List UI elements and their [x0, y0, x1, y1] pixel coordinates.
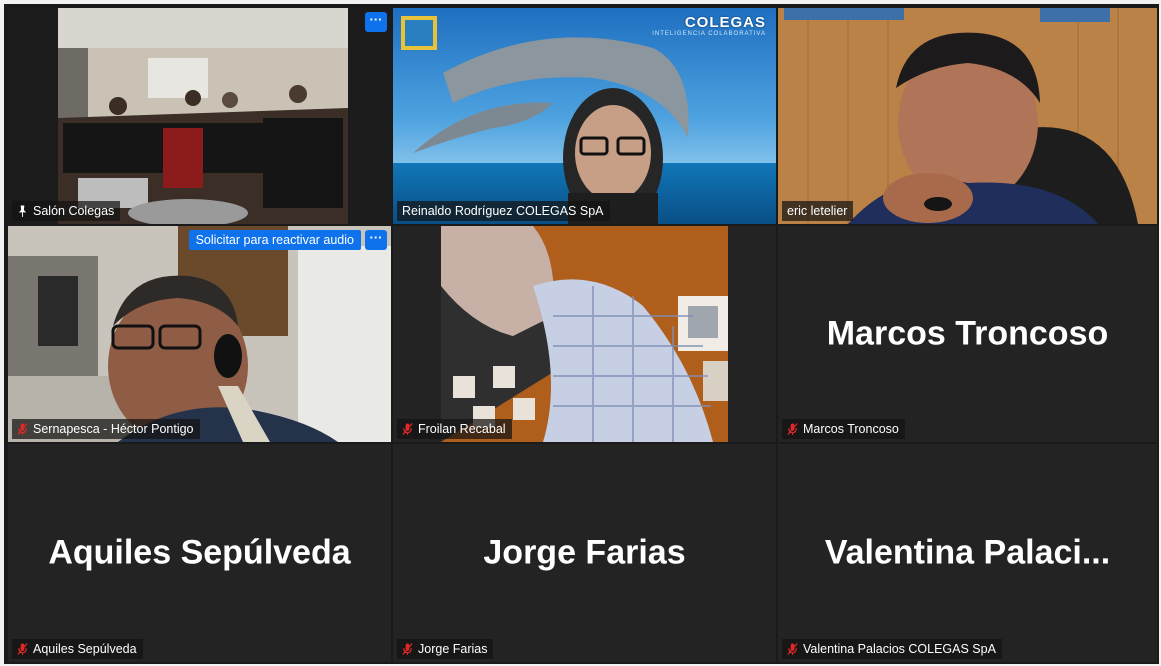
- video-tile-salon-colegas[interactable]: ··· Salón Colegas: [8, 8, 391, 224]
- mic-muted-icon: [17, 423, 28, 435]
- more-options-button[interactable]: ···: [365, 12, 387, 32]
- participant-label: Reinaldo Rodríguez COLEGAS SpA: [397, 201, 610, 221]
- mic-muted-icon: [787, 643, 798, 655]
- participant-name: Marcos Troncoso: [803, 422, 899, 436]
- mic-muted-icon: [402, 423, 413, 435]
- participant-label: eric letelier: [782, 201, 854, 221]
- mic-muted-icon: [17, 643, 28, 655]
- mic-muted-icon: [402, 643, 413, 655]
- video-tile-sernapesca-hector-pontigo[interactable]: Solicitar para reactivar audio ··· Serna…: [8, 226, 391, 442]
- participant-label: Valentina Palacios COLEGAS SpA: [782, 639, 1002, 659]
- participant-display-name: Valentina Palaci...: [824, 533, 1111, 572]
- participant-label: Sernapesca - Héctor Pontigo: [12, 419, 200, 439]
- participant-name: Sernapesca - Héctor Pontigo: [33, 422, 194, 436]
- participant-display-name: Aquiles Sepúlveda: [48, 533, 351, 572]
- participant-label: Froilan Recabal: [397, 419, 512, 439]
- participant-name: Jorge Farias: [418, 642, 488, 656]
- video-feed-eric: [778, 8, 1157, 224]
- mic-muted-icon: [787, 423, 798, 435]
- video-feed-virtual-background-dolphins: [393, 8, 776, 224]
- participant-name: Salón Colegas: [33, 204, 115, 218]
- video-tile-reinaldo-rodriguez[interactable]: COLEGAS INTELIGENCIA COLABORATIVA Reinal…: [393, 8, 776, 224]
- brand-logo-text: COLEGAS: [684, 14, 766, 31]
- video-tile-froilan-recabal[interactable]: Froilan Recabal: [393, 226, 776, 442]
- participant-label: Aquiles Sepúlveda: [12, 639, 143, 659]
- brand-tagline: INTELIGENCIA COLABORATIVA: [652, 31, 766, 37]
- participant-name: Froilan Recabal: [418, 422, 506, 436]
- video-tile-valentina-palacios[interactable]: Valentina Palaci... Valentina Palacios C…: [778, 444, 1157, 662]
- video-feed-hector: [8, 226, 391, 442]
- video-feed-froilan: [393, 226, 776, 442]
- video-feed-conference-room: [8, 8, 391, 224]
- participant-name: Valentina Palacios COLEGAS SpA: [803, 642, 996, 656]
- participant-label: Salón Colegas: [12, 201, 121, 221]
- video-tile-aquiles-sepulveda[interactable]: Aquiles Sepúlveda Aquiles Sepúlveda: [8, 444, 391, 662]
- pin-icon: [18, 205, 27, 217]
- more-options-button[interactable]: ···: [365, 230, 387, 250]
- video-tile-marcos-troncoso[interactable]: Marcos Troncoso Marcos Troncoso: [778, 226, 1157, 442]
- participant-label: Marcos Troncoso: [782, 419, 905, 439]
- video-tile-jorge-farias[interactable]: Jorge Farias Jorge Farias: [393, 444, 776, 662]
- video-tile-eric-letelier[interactable]: eric letelier: [778, 8, 1157, 224]
- participant-display-name: Jorge Farias: [483, 533, 686, 572]
- video-gallery: ··· Salón Colegas COLEGAS INTELIGENCIA C…: [4, 4, 1159, 664]
- participant-label: Jorge Farias: [397, 639, 494, 659]
- participant-name: Aquiles Sepúlveda: [33, 642, 137, 656]
- request-unmute-button[interactable]: Solicitar para reactivar audio: [188, 230, 361, 250]
- participant-name: Reinaldo Rodríguez COLEGAS SpA: [402, 204, 604, 218]
- participant-display-name: Marcos Troncoso: [826, 314, 1109, 353]
- participant-name: eric letelier: [787, 204, 848, 218]
